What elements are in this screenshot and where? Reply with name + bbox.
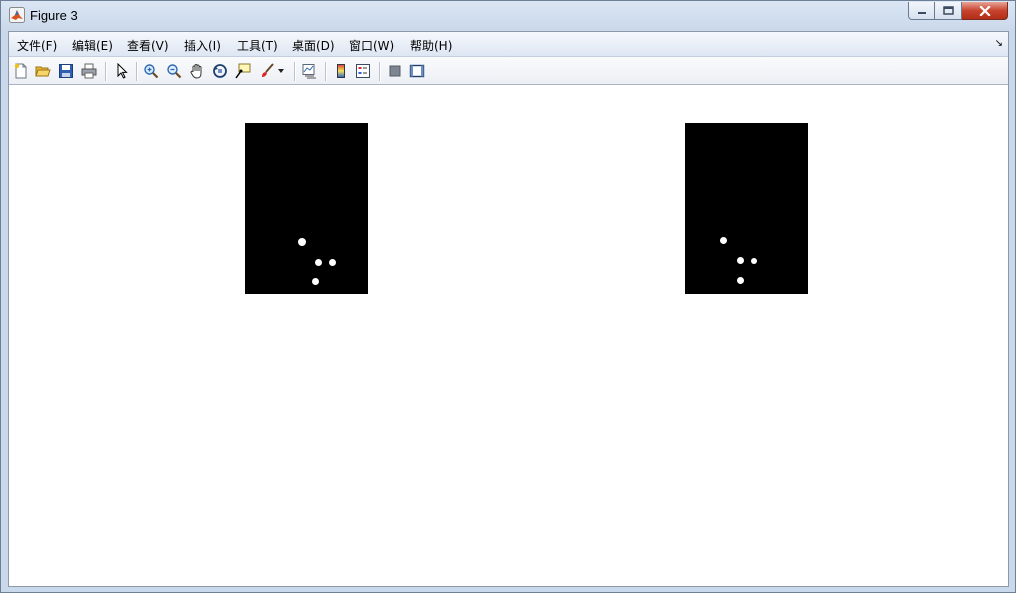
matlab-icon — [9, 7, 25, 23]
menu-desktop[interactable]: 桌面(D) — [292, 37, 335, 54]
white-blob — [298, 238, 306, 246]
brush-icon[interactable] — [258, 62, 276, 80]
white-blob — [312, 278, 319, 285]
legend-icon[interactable] — [354, 62, 372, 80]
brush-dropdown-icon[interactable] — [276, 62, 286, 80]
open-file-icon[interactable] — [34, 62, 52, 80]
edit-plot-icon[interactable] — [113, 62, 131, 80]
toolbar-separator — [294, 62, 295, 81]
white-blob — [737, 277, 744, 284]
toolbar-separator — [105, 62, 106, 81]
close-button[interactable] — [962, 2, 1008, 20]
menu-view[interactable]: 查看(V) — [127, 37, 169, 54]
link-plot-icon[interactable] — [300, 62, 318, 80]
maximize-button[interactable] — [935, 2, 962, 20]
menu-edit[interactable]: 编辑(E) — [72, 37, 113, 54]
close-icon — [978, 5, 991, 16]
zoom-out-icon[interactable] — [165, 62, 183, 80]
white-blob — [751, 258, 757, 264]
binary-image-right[interactable] — [685, 123, 808, 294]
menu-help[interactable]: 帮助(H) — [410, 37, 452, 54]
white-blob — [737, 257, 744, 264]
white-blob — [315, 259, 322, 266]
binary-image-left[interactable] — [245, 123, 368, 294]
menu-bar: 文件(F) 编辑(E) 查看(V) 插入(I) 工具(T) 桌面(D) 窗口(W… — [9, 32, 1008, 57]
data-cursor-icon[interactable] — [234, 62, 252, 80]
menu-insert[interactable]: 插入(I) — [184, 37, 221, 54]
figure-client: 文件(F) 编辑(E) 查看(V) 插入(I) 工具(T) 桌面(D) 窗口(W… — [8, 31, 1009, 587]
save-icon[interactable] — [57, 62, 75, 80]
menu-file[interactable]: 文件(F) — [17, 37, 57, 54]
menu-tools[interactable]: 工具(T) — [237, 37, 278, 54]
toolbar-separator — [325, 62, 326, 81]
new-figure-icon[interactable] — [12, 62, 30, 80]
toolbar-separator — [136, 62, 137, 81]
zoom-in-icon[interactable] — [142, 62, 160, 80]
minimize-icon — [917, 11, 926, 14]
dock-arrow-icon[interactable]: ↘ — [995, 38, 1003, 49]
colorbar-icon[interactable] — [332, 62, 350, 80]
window-title: Figure 3 — [30, 8, 78, 23]
print-icon[interactable] — [80, 62, 98, 80]
toolbar-separator — [379, 62, 380, 81]
menu-window[interactable]: 窗口(W) — [349, 37, 394, 54]
restore-icon — [942, 6, 954, 15]
pan-icon[interactable] — [188, 62, 206, 80]
rotate-3d-icon[interactable] — [211, 62, 229, 80]
figure-window: Figure 3 文件(F) 编辑(E) 查看(V) 插入(I) 工具(T) 桌… — [0, 0, 1016, 593]
figure-canvas[interactable] — [9, 85, 1008, 586]
white-blob — [329, 259, 336, 266]
hide-plot-tools-icon[interactable] — [386, 62, 404, 80]
figure-toolbar — [9, 57, 1008, 85]
minimize-button[interactable] — [908, 2, 935, 20]
show-plot-tools-icon[interactable] — [408, 62, 426, 80]
title-bar[interactable]: Figure 3 — [1, 1, 1015, 31]
white-blob — [720, 237, 727, 244]
